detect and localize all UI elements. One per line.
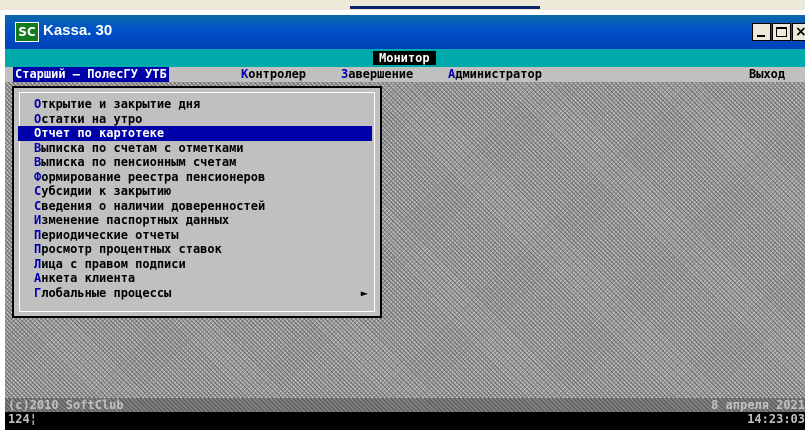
menu-item-label: ериодические отчеты	[41, 227, 179, 242]
menu-item-label: ткрытие и закрытие дня	[41, 97, 201, 111]
close-icon: ×	[795, 24, 805, 40]
status-line-1: (c)2010 SoftClub 8 апреля 2021	[5, 398, 805, 412]
menu-finish[interactable]: Завершение	[341, 67, 413, 82]
menu-item[interactable]: Формирование реестра пенсионеров	[18, 170, 372, 185]
menu-label: дминистратор	[455, 67, 542, 81]
menu-item-label: нкета клиента	[41, 271, 136, 285]
maximize-icon	[776, 27, 787, 37]
main-menu-panel: Открытие и закрытие дня Остатки на утро От…	[12, 86, 382, 318]
window-title: Kassa. 30	[43, 22, 113, 39]
menu-item[interactable]: Изменение паспортных данных	[18, 213, 372, 228]
menu-label: онтролер	[248, 67, 307, 81]
menu-item-label: ица с правом подписи	[41, 256, 186, 271]
submenu-arrow-icon: ►	[360, 285, 368, 300]
code-text: 124¦	[8, 412, 37, 426]
menu-item-label: лобальные процессы	[41, 285, 172, 300]
app-sc-icon[interactable]: SC	[15, 22, 39, 42]
menu-item[interactable]: Просмотр процентных ставок	[18, 242, 372, 257]
menu-item[interactable]: Лица с правом подписи	[18, 257, 372, 272]
top-strip	[0, 0, 805, 10]
top-strip-line	[350, 6, 540, 9]
menu-item-label: росмотр процентных ставок	[41, 242, 222, 256]
time-text: 14:23:03	[747, 412, 805, 426]
menu-item-label: статки на утро	[41, 111, 143, 126]
menu-item-label: убсидии к закрытию	[41, 184, 172, 198]
menu-item-label: ведения о наличии доверенностей	[41, 198, 266, 213]
menu-item-label: зменение паспортных данных	[41, 213, 230, 227]
copyright-text: (c)2010 SoftClub	[8, 398, 124, 412]
date-text: 8 апреля 2021	[711, 398, 805, 412]
menu-item[interactable]: Остатки на утро	[18, 112, 372, 127]
maximize-button[interactable]	[772, 23, 791, 41]
header-bar: Монитор	[5, 49, 805, 67]
menu-item[interactable]: Периодические отчеты	[18, 228, 372, 243]
menu-item[interactable]: Анкета клиента	[18, 271, 372, 286]
menu-item-label: ормирование реестра пенсионеров	[41, 169, 266, 184]
console-area: Монитор Старший – ПолесГУ УТБ Контролер …	[5, 49, 805, 430]
menu-item-label: тчет по картотеке	[41, 126, 165, 140]
menu-item[interactable]: Субсидии к закрытию	[18, 184, 372, 199]
menu-item[interactable]: Отчет по картотеке	[18, 126, 372, 141]
menu-item[interactable]: Выписка по пенсионным счетам	[18, 155, 372, 170]
menu-controller[interactable]: Контролер	[241, 67, 306, 82]
close-button[interactable]: ×	[792, 23, 805, 41]
minimize-icon	[757, 35, 765, 37]
menu-label: авершение	[348, 67, 414, 81]
window-titlebar[interactable]: SC Kassa. 30 ×	[5, 15, 805, 49]
menu-item[interactable]: Сведения о наличии доверенностей	[18, 199, 372, 214]
status-line-2: 124¦ 14:23:03	[5, 412, 805, 426]
menu-item-label: ыписка по счетам с отметками	[41, 140, 244, 155]
monitor-label: Монитор	[373, 51, 436, 65]
menu-administrator[interactable]: Администратор	[448, 67, 542, 82]
exit-menu[interactable]: Выход	[749, 67, 785, 82]
menu-list: Открытие и закрытие дня Остатки на утро От…	[18, 97, 372, 300]
minimize-button[interactable]	[752, 23, 771, 41]
menu-item[interactable]: Выписка по счетам с отметками	[18, 141, 372, 156]
menu-item[interactable]: Открытие и закрытие дня	[18, 97, 372, 112]
menu-bar: Старший – ПолесГУ УТБ Контролер Завершен…	[5, 67, 805, 82]
user-role-menu[interactable]: Старший – ПолесГУ УТБ	[13, 67, 169, 82]
menu-item[interactable]: Глобальные процессы ►	[18, 286, 372, 301]
menu-item-label: ыписка по пенсионным счетам	[41, 155, 237, 169]
